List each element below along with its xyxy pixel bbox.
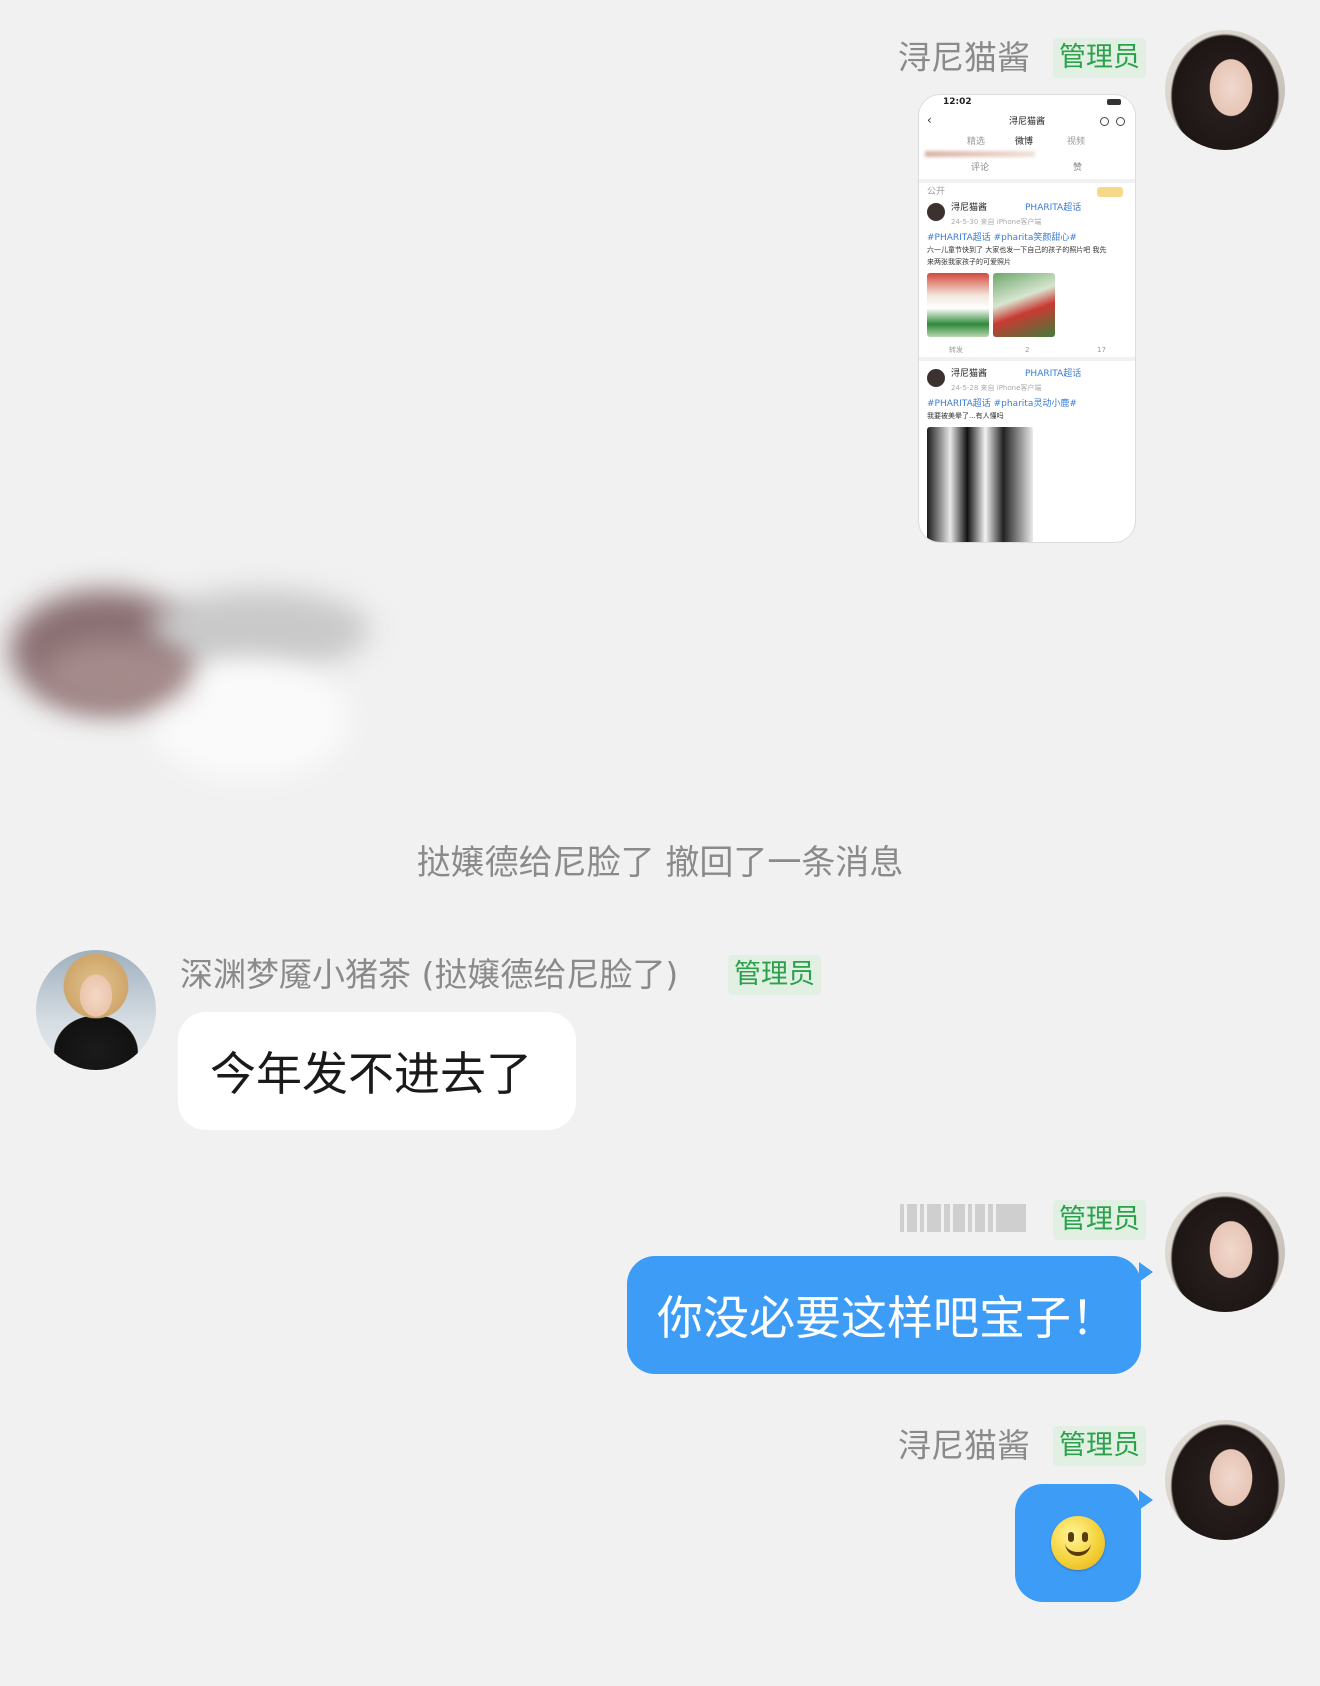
post-tag: PHARITA超话 — [1025, 203, 1082, 213]
section-label: 公开 — [927, 187, 946, 197]
badge-sticker — [1097, 187, 1123, 197]
admin-badge: 管理员 — [1053, 1200, 1146, 1240]
post-author: 浔尼猫酱 — [951, 203, 988, 213]
sender-name: 浔尼猫酱 — [898, 1426, 1030, 1465]
sender-name: 浔尼猫酱 — [898, 38, 1030, 77]
post-meta: 24-5-28 来自 iPhone客户端 — [951, 384, 1042, 392]
shared-screenshot-image[interactable]: 12:02 ‹ 浔尼猫酱 精选 微博 视频 评论 赞 公开 浔尼猫酱 PHARI… — [918, 94, 1136, 543]
screenshot-title: 浔尼猫酱 — [1009, 117, 1046, 127]
redacted-sender-name — [900, 1202, 1026, 1234]
forward-count: 转发 — [949, 346, 963, 354]
avatar[interactable] — [1165, 1192, 1285, 1312]
post-topic: #PHARITA超话 #pharita灵动小鹿# — [927, 399, 1077, 409]
settings-icon — [1116, 117, 1125, 126]
tab-video: 视频 — [1067, 137, 1086, 147]
avatar[interactable] — [1165, 1420, 1285, 1540]
avatar[interactable] — [1165, 30, 1285, 150]
bubble-tail — [1139, 1262, 1153, 1282]
back-icon: ‹ — [927, 113, 932, 127]
post-tag: PHARITA超话 — [1025, 369, 1082, 379]
post-photo — [927, 427, 1033, 542]
comment-action: 评论 — [971, 163, 990, 173]
admin-badge: 管理员 — [1053, 1426, 1146, 1466]
blurred-strip — [925, 151, 1035, 157]
post-avatar — [927, 203, 945, 221]
recall-notice: 挞嬢德给尼脸了 撤回了一条消息 — [416, 843, 904, 883]
battery-icon — [1107, 99, 1121, 105]
post-topic: #PHARITA超话 #pharita笑颜甜心# — [927, 233, 1077, 243]
like-action: 赞 — [1073, 163, 1083, 173]
post-avatar — [927, 369, 945, 387]
post-text: 我要被美晕了...有人懂吗 — [927, 412, 1004, 420]
tab-weibo: 微博 — [1015, 137, 1034, 147]
post-photo — [993, 273, 1055, 337]
comment-count: 2 — [1025, 346, 1030, 354]
blurred-region — [0, 570, 420, 830]
message-bubble[interactable] — [1015, 1484, 1141, 1602]
post-author: 浔尼猫酱 — [951, 369, 988, 379]
tab-featured: 精选 — [967, 137, 986, 147]
sender-name: 深渊梦魇小猪茶 (挞嬢德给尼脸了) — [180, 955, 679, 994]
smiley-emoji-icon — [1051, 1516, 1105, 1570]
message-text: 今年发不进去了 — [210, 1047, 532, 1101]
bubble-tail — [1139, 1490, 1153, 1510]
message-bubble[interactable]: 今年发不进去了 — [178, 1012, 576, 1130]
status-time: 12:02 — [943, 97, 972, 107]
like-count: 17 — [1097, 346, 1106, 354]
admin-badge: 管理员 — [728, 955, 821, 995]
avatar[interactable] — [36, 950, 156, 1070]
admin-badge: 管理员 — [1053, 38, 1146, 78]
post-text: 六一儿童节快到了 大家也发一下自己的孩子的照片吧 我先 — [927, 246, 1107, 254]
message-text: 你没必要这样吧宝子！ — [657, 1291, 1117, 1345]
post-text: 来两张我家孩子的可爱照片 — [927, 258, 1011, 266]
message-bubble[interactable]: 你没必要这样吧宝子！ — [627, 1256, 1141, 1374]
search-icon — [1100, 117, 1109, 126]
post-meta: 24-5-30 来自 iPhone客户端 — [951, 218, 1042, 226]
post-photo — [927, 273, 989, 337]
